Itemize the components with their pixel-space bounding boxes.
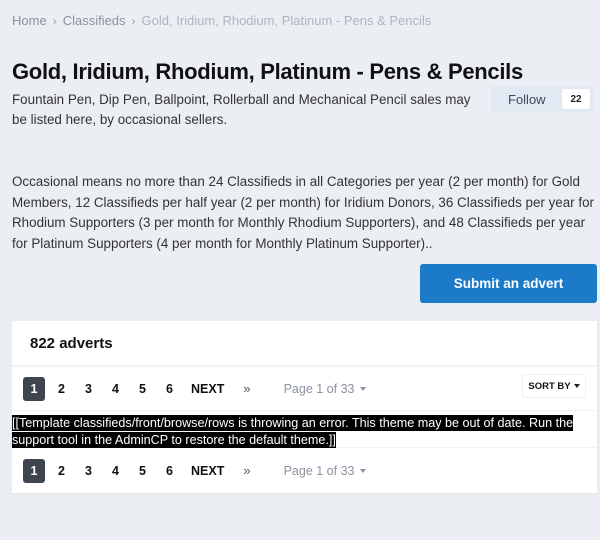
submit-advert-button[interactable]: Submit an advert — [420, 264, 597, 303]
sort-by-label: SORT BY — [528, 380, 571, 392]
adverts-listing: 822 adverts 1 2 3 4 5 6 NEXT » Page 1 of… — [12, 321, 597, 493]
caret-down-icon — [360, 468, 367, 473]
breadcrumb-classifieds[interactable]: Classifieds — [63, 13, 126, 28]
next-page-button[interactable]: NEXT — [191, 382, 224, 396]
page-jump-dropdown[interactable]: Page 1 of 33 — [284, 382, 367, 396]
next-page-button[interactable]: NEXT — [191, 464, 224, 478]
caret-down-icon — [360, 386, 367, 391]
page-jump-dropdown[interactable]: Page 1 of 33 — [284, 464, 367, 478]
breadcrumb: Home › Classifieds › Gold, Iridium, Rhod… — [12, 13, 431, 28]
last-page-icon[interactable]: » — [243, 463, 250, 478]
page-info: Page 1 of 33 — [283, 463, 355, 478]
breadcrumb-current: Gold, Iridium, Rhodium, Platinum - Pens … — [141, 13, 432, 28]
last-page-icon[interactable]: » — [243, 381, 250, 396]
page-info: Page 1 of 33 — [283, 381, 355, 396]
page-1-button[interactable]: 1 — [23, 458, 45, 483]
sort-by-button[interactable]: SORT BY — [522, 374, 586, 398]
caret-down-icon — [573, 384, 580, 388]
page-6-button[interactable]: 6 — [156, 459, 183, 483]
page-5-button[interactable]: 5 — [129, 459, 156, 483]
page-1-button[interactable]: 1 — [23, 376, 45, 401]
page-3-button[interactable]: 3 — [75, 377, 102, 401]
pagination-bottom: 1 2 3 4 5 6 NEXT » Page 1 of 33 — [12, 448, 597, 493]
page-2-button[interactable]: 2 — [48, 377, 75, 401]
pagination-top: 1 2 3 4 5 6 NEXT » Page 1 of 33 SORT BY — [12, 367, 597, 410]
page-4-button[interactable]: 4 — [102, 459, 129, 483]
chevron-right-icon: › — [52, 13, 57, 28]
page-6-button[interactable]: 6 — [156, 377, 183, 401]
chevron-right-icon: › — [131, 13, 136, 28]
rules-text: Occasional means no more than 24 Classif… — [12, 174, 594, 251]
category-description: Fountain Pen, Dip Pen, Ballpoint, Roller… — [12, 92, 471, 127]
follower-count-badge[interactable]: 22 — [562, 89, 590, 109]
template-error: [[Template classifieds/front/browse/rows… — [12, 410, 597, 448]
follow-button[interactable]: Follow — [508, 92, 546, 107]
follow-control[interactable]: Follow 22 — [491, 86, 594, 112]
page-4-button[interactable]: 4 — [102, 377, 129, 401]
page-3-button[interactable]: 3 — [75, 459, 102, 483]
page-2-button[interactable]: 2 — [48, 459, 75, 483]
page-5-button[interactable]: 5 — [129, 377, 156, 401]
breadcrumb-home[interactable]: Home — [12, 13, 47, 28]
adverts-count: 822 adverts — [12, 321, 597, 367]
template-error-message: [[Template classifieds/front/browse/rows… — [12, 415, 574, 448]
page-title: Gold, Iridium, Rhodium, Platinum - Pens … — [12, 59, 523, 84]
